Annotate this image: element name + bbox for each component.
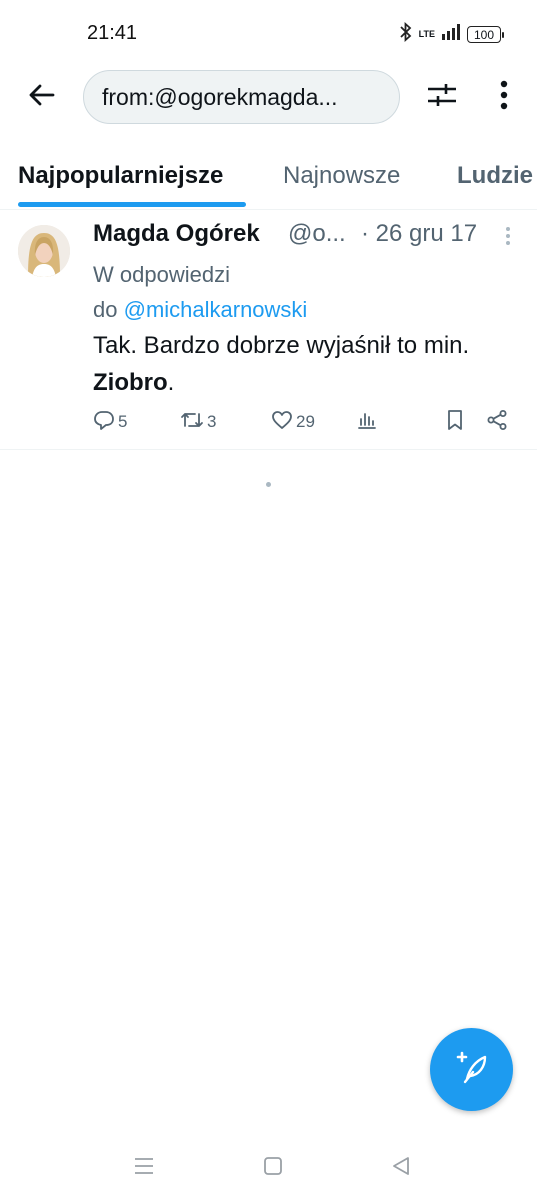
recents-icon bbox=[133, 1156, 155, 1181]
status-bar: 21:41 LTE 100 bbox=[0, 0, 537, 64]
tweet-text-bold: Ziobro bbox=[93, 369, 168, 396]
reply-context: W odpowiedzi do @michalkarnowski bbox=[93, 257, 513, 327]
like-icon bbox=[271, 410, 293, 435]
compose-tweet-icon bbox=[453, 1048, 491, 1091]
more-vertical-icon bbox=[500, 80, 508, 115]
home-button[interactable] bbox=[258, 1155, 288, 1181]
tweet-header: Magda Ogórek @o... · 26 gru 17 bbox=[93, 220, 523, 252]
filter-sliders-icon bbox=[426, 81, 458, 114]
active-tab-indicator bbox=[18, 202, 246, 207]
reply-icon bbox=[93, 409, 115, 436]
reply-button[interactable]: 5 bbox=[93, 408, 127, 436]
reply-do: do bbox=[93, 297, 118, 322]
compose-tweet-button[interactable] bbox=[430, 1028, 513, 1111]
nav-back-button[interactable] bbox=[386, 1155, 416, 1181]
tab-najnowsze[interactable]: Najnowsze bbox=[283, 162, 400, 190]
search-tabs: Najpopularniejsze Najnowsze Ludzie bbox=[0, 150, 537, 210]
back-button[interactable] bbox=[22, 78, 60, 116]
tweet[interactable]: Magda Ogórek @o... · 26 gru 17 W odpowie… bbox=[0, 210, 537, 450]
tab-najpopularniejsze[interactable]: Najpopularniejsze bbox=[18, 162, 223, 190]
back-icon bbox=[391, 1156, 411, 1181]
search-header: from:@ogorekmagda... bbox=[0, 66, 537, 128]
author-handle[interactable]: @o... bbox=[288, 220, 346, 248]
retweet-button[interactable]: 3 bbox=[180, 408, 216, 436]
share-button[interactable] bbox=[486, 408, 508, 436]
status-time: 21:41 bbox=[87, 22, 138, 44]
tweet-text-end: . bbox=[167, 369, 175, 396]
reply-prefix: W odpowiedzi bbox=[93, 262, 230, 287]
tweet-text-body: Tak. Bardzo dobrze wyjaśnił to min. bbox=[93, 332, 470, 359]
bluetooth-icon bbox=[399, 21, 413, 47]
loading-indicator bbox=[266, 482, 271, 487]
more-options-button[interactable] bbox=[486, 78, 522, 116]
tweet-more-button[interactable] bbox=[497, 226, 519, 252]
like-button[interactable]: 29 bbox=[271, 408, 315, 436]
tweet-date[interactable]: · 26 gru 17 bbox=[361, 220, 477, 248]
filter-button[interactable] bbox=[421, 78, 463, 116]
network-type-label: LTE bbox=[418, 29, 435, 39]
battery-icon: 100 bbox=[467, 26, 504, 43]
system-nav-bar bbox=[0, 1140, 537, 1200]
share-icon bbox=[486, 409, 508, 436]
bookmark-button[interactable] bbox=[445, 408, 465, 436]
signal-icon bbox=[441, 23, 461, 46]
author-name[interactable]: Magda Ogórek bbox=[93, 220, 260, 248]
status-icons: LTE 100 bbox=[399, 21, 504, 47]
reply-mention-link[interactable]: @michalkarnowski bbox=[124, 297, 308, 322]
views-button[interactable] bbox=[357, 408, 377, 436]
retweet-count: 3 bbox=[207, 412, 217, 431]
bookmark-icon bbox=[445, 409, 465, 436]
avatar[interactable] bbox=[18, 225, 70, 277]
tweet-actions: 5 3 29 bbox=[93, 408, 523, 436]
tab-ludzie[interactable]: Ludzie bbox=[457, 162, 533, 190]
more-vertical-icon bbox=[505, 225, 511, 253]
search-input[interactable]: from:@ogorekmagda... bbox=[83, 70, 400, 124]
recents-button[interactable] bbox=[129, 1155, 159, 1181]
home-icon bbox=[263, 1156, 283, 1181]
tweet-text: Tak. Bardzo dobrze wyjaśnił to min. Ziob… bbox=[93, 327, 513, 401]
views-icon bbox=[357, 410, 377, 435]
reply-count: 5 bbox=[118, 412, 128, 431]
like-count: 29 bbox=[296, 412, 315, 431]
back-arrow-icon bbox=[27, 83, 55, 112]
retweet-icon bbox=[180, 409, 204, 436]
